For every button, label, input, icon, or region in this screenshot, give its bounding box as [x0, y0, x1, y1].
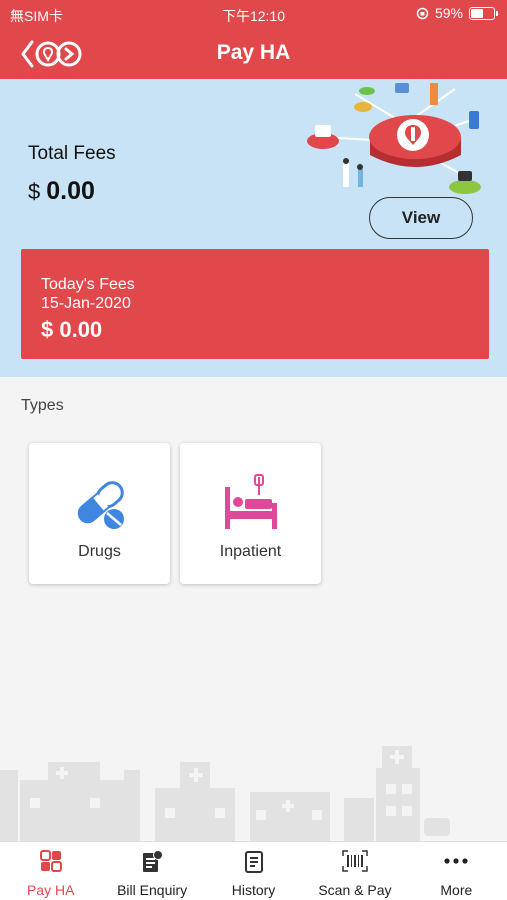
view-button[interactable]: View	[369, 197, 473, 239]
type-card-drugs[interactable]: Drugs	[29, 443, 170, 584]
pay-ha-icon	[39, 850, 62, 872]
tab-label-pay-ha: Pay HA	[26, 882, 75, 898]
todays-fees-amount: $ 0.00	[41, 317, 103, 342]
tab-history[interactable]: History	[203, 842, 304, 900]
more-dots-icon	[444, 858, 468, 864]
todays-fees-card[interactable]: Today's Fees 15-Jan-2020 $ 0.00	[21, 249, 489, 359]
tab-pay-ha[interactable]: Pay HA	[0, 842, 101, 900]
history-icon	[244, 851, 263, 873]
bill-enquiry-icon	[143, 850, 164, 872]
page-title: Pay HA	[216, 41, 291, 64]
pill-icon	[77, 481, 124, 529]
currency-symbol: $	[28, 179, 41, 204]
bottom-tab-bar: Pay HA Bill Enquiry History Scan & Pay M…	[0, 841, 507, 900]
total-fees-amount: $0.00	[28, 177, 95, 206]
todays-fees-label: Today's Fees	[41, 276, 135, 293]
tab-label-bill-enquiry: Bill Enquiry	[117, 882, 188, 898]
tab-label-history: History	[231, 882, 276, 898]
battery-percent: 59%	[434, 5, 463, 21]
tab-scan-pay[interactable]: Scan & Pay	[304, 842, 405, 900]
hospital-bed-icon	[224, 474, 277, 529]
ha-illustration-icon	[307, 83, 481, 194]
orientation-lock-icon	[416, 7, 429, 19]
status-bar: 無SIM卡 下午12:10 59%	[0, 0, 507, 28]
app-header: 無SIM卡 下午12:10 59% Pay HA	[0, 0, 507, 79]
type-label-inpatient: Inpatient	[219, 543, 282, 560]
types-heading: Types	[21, 397, 64, 414]
hospital-skyline-icon	[0, 746, 450, 841]
barcode-scan-icon	[342, 850, 368, 872]
nav-bar: Pay HA	[0, 28, 507, 79]
total-amount-value: 0.00	[46, 177, 95, 205]
type-label-drugs: Drugs	[78, 543, 121, 560]
status-right: 59%	[416, 5, 498, 21]
battery-icon	[469, 6, 498, 20]
fees-summary-panel: Total Fees $0.00 View Today's Fees 15-Ja…	[0, 79, 507, 377]
tab-label-scan-pay: Scan & Pay	[318, 882, 392, 898]
tab-more[interactable]: More	[406, 842, 507, 900]
tab-bill-enquiry[interactable]: Bill Enquiry	[101, 842, 202, 900]
tab-label-more: More	[440, 882, 473, 898]
type-card-inpatient[interactable]: Inpatient	[180, 443, 321, 584]
todays-fees-date: 15-Jan-2020	[41, 295, 131, 312]
total-fees-label: Total Fees	[28, 143, 116, 164]
